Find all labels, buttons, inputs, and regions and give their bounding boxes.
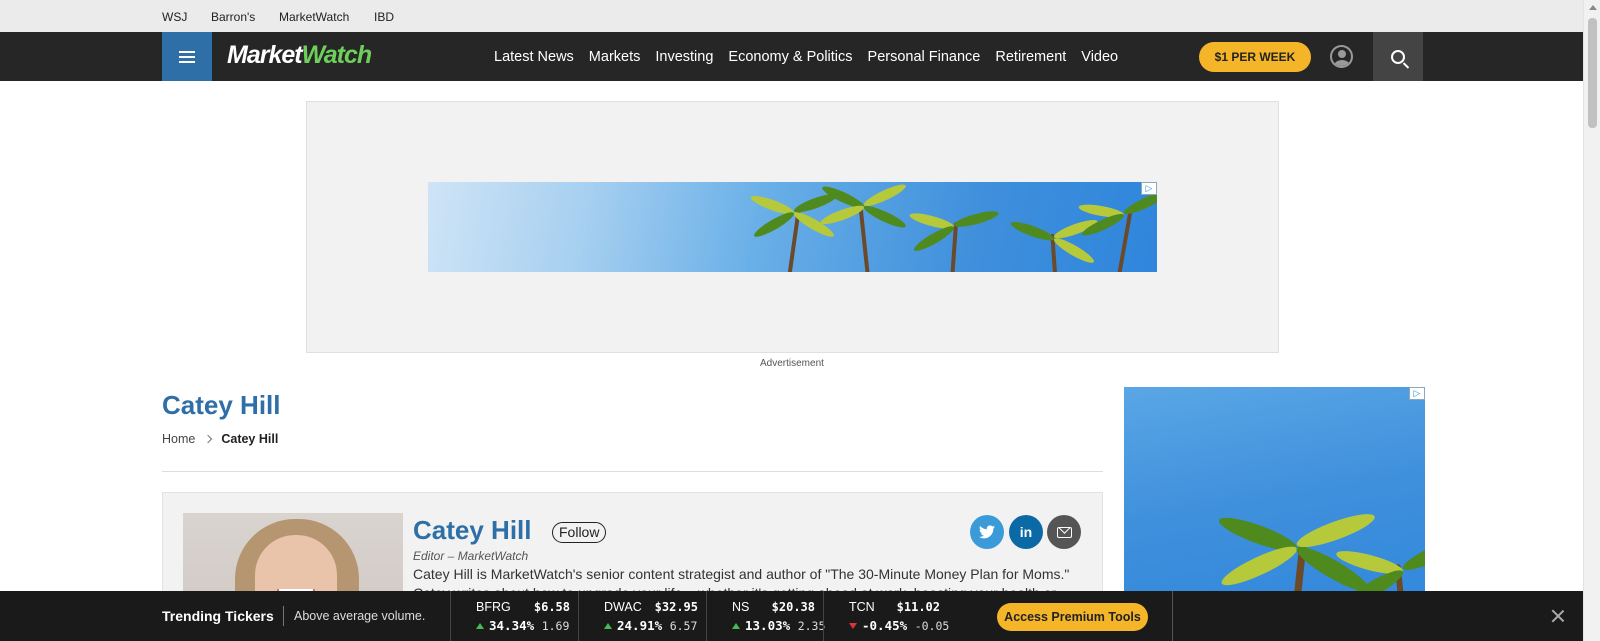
ticker-price: $6.58 xyxy=(533,600,570,614)
utility-bar: WSJ Barron's MarketWatch IBD xyxy=(0,0,1583,32)
ticker-change-abs: 1.69 xyxy=(541,619,570,633)
barrons-link[interactable]: Barron's xyxy=(211,10,255,24)
follow-button[interactable]: Follow xyxy=(552,522,607,543)
email-icon xyxy=(1056,526,1072,538)
marketwatch-logo[interactable]: MarketWatch xyxy=(227,41,373,70)
subscribe-button[interactable]: $1 PER WEEK xyxy=(1199,42,1311,72)
ticker-change-pct: 24.91% xyxy=(617,618,663,633)
ad-choices-icon[interactable]: ▷ xyxy=(1409,387,1425,400)
top-ad-banner[interactable]: ▷ xyxy=(428,182,1157,272)
ticker-change: 13.03% 2.35 xyxy=(732,618,825,633)
search-icon xyxy=(1391,49,1405,64)
ad-label: Advertisement xyxy=(760,358,824,369)
ticker-symbol: DWAC xyxy=(604,600,642,614)
scrollbar-thumb[interactable] xyxy=(1588,18,1597,128)
arrow-up-icon xyxy=(732,623,740,629)
arrow-up-icon xyxy=(476,623,484,629)
ticker-price: $11.02 xyxy=(896,600,940,614)
ticker-change: 24.91% 6.57 xyxy=(604,618,697,633)
linkedin-share-button[interactable]: in xyxy=(1009,515,1043,549)
user-account-icon[interactable] xyxy=(1330,45,1353,68)
ticker-symbol: BFRG xyxy=(476,600,511,614)
breadcrumb-home[interactable]: Home xyxy=(162,432,195,446)
ticker-change-pct: 13.03% xyxy=(745,618,791,633)
hamburger-menu-button[interactable] xyxy=(162,32,212,81)
breadcrumb-current: Catey Hill xyxy=(221,432,279,446)
ticker-list: BFRG $6.58 34.34% 1.69 DWAC $32.95 24.91… xyxy=(450,591,949,641)
nav-video[interactable]: Video xyxy=(1081,49,1118,65)
arrow-up-icon xyxy=(604,623,612,629)
trending-subtitle: Above average volume. xyxy=(294,609,426,623)
ticker-change-abs: 2.35 xyxy=(797,619,826,633)
divider xyxy=(283,606,284,626)
author-role: Editor – MarketWatch xyxy=(413,549,529,563)
scroll-up-arrow-icon[interactable] xyxy=(1589,5,1597,10)
divider xyxy=(162,471,1103,472)
main-nav: MarketWatch Latest News Markets Investin… xyxy=(0,32,1583,81)
ticker-item[interactable]: DWAC $32.95 24.91% 6.57 xyxy=(578,591,706,641)
nav-investing[interactable]: Investing xyxy=(655,49,713,65)
nav-economy-politics[interactable]: Economy & Politics xyxy=(728,49,852,65)
chevron-right-icon xyxy=(204,434,213,444)
ticker-symbol: NS xyxy=(732,600,750,614)
ticker-price: $32.95 xyxy=(654,600,698,614)
nav-markets[interactable]: Markets xyxy=(589,49,641,65)
email-share-button[interactable] xyxy=(1047,515,1081,549)
ticker-change-abs: 6.57 xyxy=(669,619,698,633)
nav-personal-finance[interactable]: Personal Finance xyxy=(868,49,981,65)
breadcrumb: Home Catey Hill xyxy=(162,432,278,446)
access-premium-tools-button[interactable]: Access Premium Tools xyxy=(997,603,1148,631)
logo-text-watch: Watch xyxy=(301,41,373,69)
twitter-icon xyxy=(979,525,995,539)
ticker-price: $20.38 xyxy=(771,600,815,614)
wsj-link[interactable]: WSJ xyxy=(162,10,187,24)
trending-title: Trending Tickers xyxy=(162,608,274,624)
ibd-link[interactable]: IBD xyxy=(374,10,394,24)
ticker-symbol: TCN xyxy=(849,600,875,614)
linkedin-icon: in xyxy=(1019,524,1033,540)
divider xyxy=(1172,591,1173,641)
ticker-change-pct: 34.34% xyxy=(489,618,535,633)
author-name: Catey Hill xyxy=(413,515,532,545)
ticker-change: -0.45% -0.05 xyxy=(849,618,949,633)
nav-retirement[interactable]: Retirement xyxy=(995,49,1066,65)
close-icon[interactable] xyxy=(1550,608,1566,624)
marketwatch-link[interactable]: MarketWatch xyxy=(279,10,349,24)
nav-latest-news[interactable]: Latest News xyxy=(494,49,574,65)
arrow-down-icon xyxy=(849,623,857,629)
trending-tickers-bar: Trending Tickers Above average volume. B… xyxy=(0,591,1583,641)
ticker-item[interactable]: BFRG $6.58 34.34% 1.69 xyxy=(450,591,578,641)
hamburger-icon xyxy=(179,50,195,63)
ticker-change-abs: -0.05 xyxy=(914,619,950,633)
logo-text-market: Market xyxy=(227,41,303,69)
ticker-item[interactable]: TCN $11.02 -0.45% -0.05 xyxy=(823,591,949,641)
nav-links: Latest News Markets Investing Economy & … xyxy=(494,32,1118,81)
ad-choices-icon[interactable]: ▷ xyxy=(1141,182,1157,195)
page-scrollbar[interactable] xyxy=(1583,0,1600,641)
ticker-change: 34.34% 1.69 xyxy=(476,618,569,633)
twitter-share-button[interactable] xyxy=(970,515,1004,549)
page-title: Catey Hill xyxy=(162,390,281,420)
ticker-item[interactable]: NS $20.38 13.03% 2.35 xyxy=(706,591,825,641)
ticker-change-pct: -0.45% xyxy=(862,618,908,633)
search-button[interactable] xyxy=(1373,32,1423,81)
